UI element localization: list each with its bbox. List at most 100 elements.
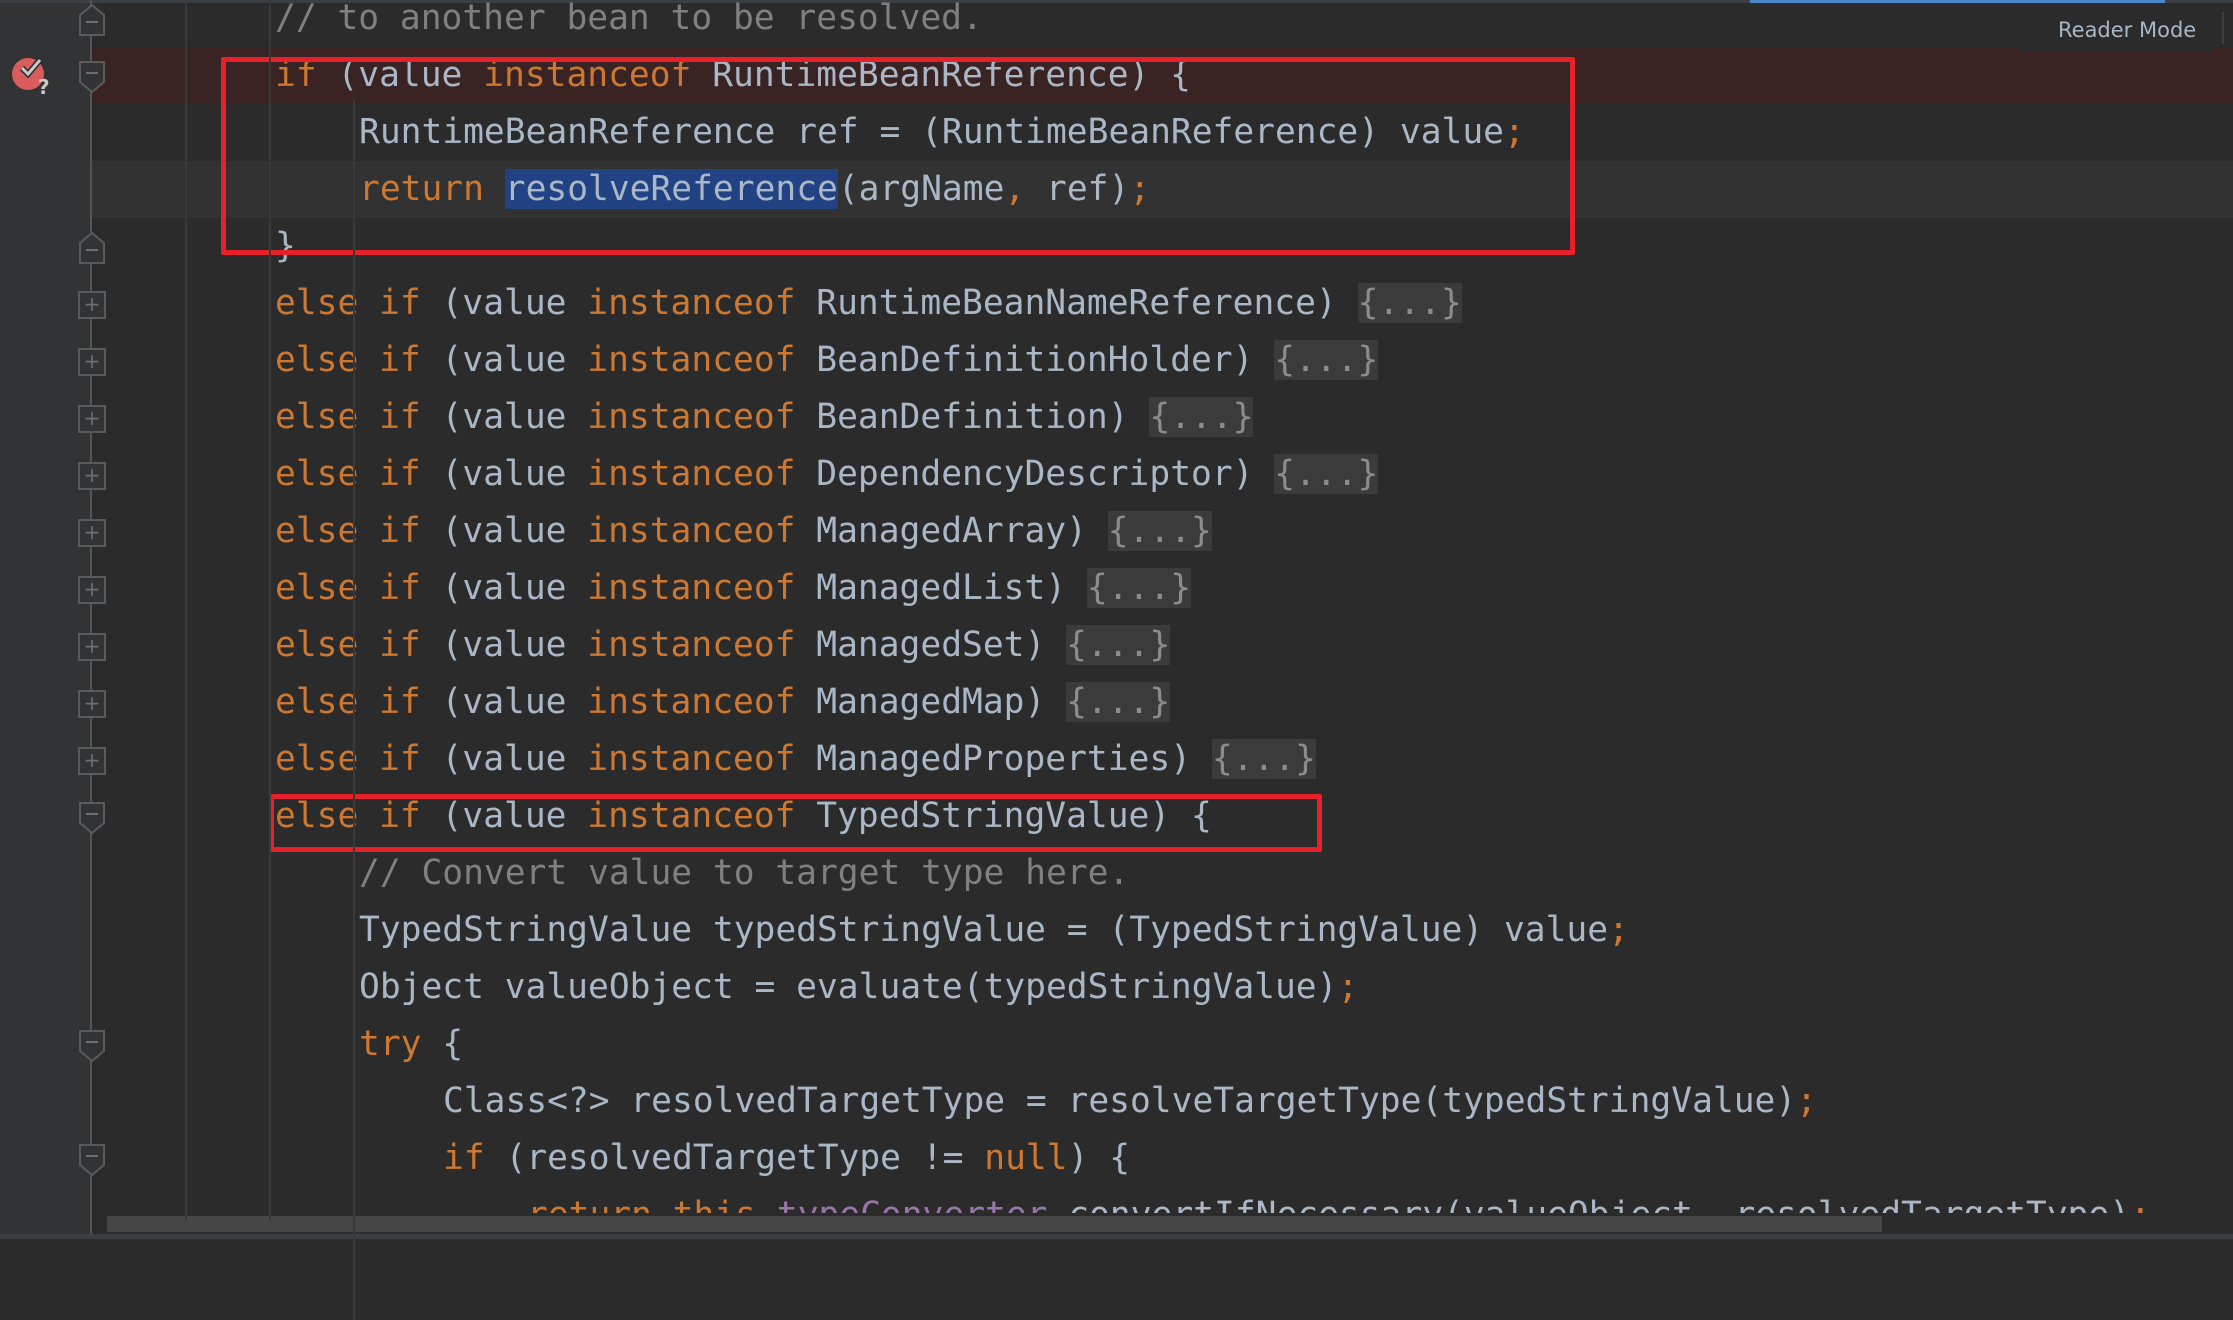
- code-token: instanceof: [587, 340, 796, 380]
- code-token: else if: [275, 739, 421, 779]
- code-token: else if: [275, 568, 421, 608]
- folded-code-placeholder[interactable]: {...}: [1211, 739, 1316, 779]
- editor-bottom-border: [0, 1234, 2233, 1239]
- code-token: ) {: [1067, 1138, 1131, 1178]
- folded-code-placeholder[interactable]: {...}: [1149, 397, 1254, 437]
- folded-code-placeholder[interactable]: {...}: [1274, 340, 1379, 380]
- code-line[interactable]: // Convert value to target type here.: [359, 845, 1129, 902]
- collapse-fold-icon[interactable]: [78, 1029, 106, 1063]
- code-token: instanceof: [587, 283, 796, 323]
- collapse-fold-icon[interactable]: [78, 1143, 106, 1177]
- code-token: instanceof: [587, 625, 796, 665]
- expand-fold-icon[interactable]: +: [78, 689, 106, 718]
- code-token: (value: [420, 340, 588, 380]
- code-line[interactable]: TypedStringValue typedStringValue = (Typ…: [359, 902, 1629, 959]
- code-token: ;: [1796, 1081, 1817, 1121]
- code-line[interactable]: else if (value instanceof ManagedArray) …: [275, 503, 1212, 560]
- folded-code-placeholder[interactable]: {...}: [1107, 511, 1212, 551]
- code-line[interactable]: // to another bean to be resolved.: [275, 0, 983, 47]
- horizontal-scrollbar-thumb[interactable]: [107, 1216, 1882, 1232]
- code-token: RuntimeBeanNameReference): [795, 283, 1358, 323]
- expand-fold-icon[interactable]: +: [78, 518, 106, 547]
- code-token: (value: [420, 568, 588, 608]
- code-token: instanceof: [587, 682, 796, 722]
- code-token: else if: [275, 682, 421, 722]
- code-line[interactable]: if (resolvedTargetType != null) {: [443, 1130, 1130, 1187]
- code-token: // to another bean to be resolved.: [275, 0, 983, 38]
- folded-code-placeholder[interactable]: {...}: [1274, 454, 1379, 494]
- code-token: ManagedSet): [795, 625, 1067, 665]
- code-token: ManagedProperties): [795, 739, 1212, 779]
- code-token: {: [421, 1024, 464, 1064]
- reader-mode-separator: [2222, 12, 2224, 44]
- code-line[interactable]: else if (value instanceof ManagedMap) {.…: [275, 674, 1171, 731]
- code-token: ManagedArray): [795, 511, 1108, 551]
- code-token: Class<?> resolvedTargetType = resolveTar…: [443, 1081, 1797, 1121]
- code-token: ;: [1608, 910, 1629, 950]
- code-token: BeanDefinitionHolder): [795, 340, 1275, 380]
- code-token: (value: [420, 283, 588, 323]
- code-token: else if: [275, 511, 421, 551]
- code-line[interactable]: Class<?> resolvedTargetType = resolveTar…: [443, 1073, 1817, 1130]
- folded-code-placeholder[interactable]: {...}: [1066, 625, 1171, 665]
- code-token: else if: [275, 625, 421, 665]
- code-token: ManagedList): [795, 568, 1087, 608]
- code-line[interactable]: else if (value instanceof ManagedPropert…: [275, 731, 1316, 788]
- code-token: (value: [420, 625, 588, 665]
- code-token: try: [359, 1024, 422, 1064]
- code-line[interactable]: else if (value instanceof BeanDefinition…: [275, 332, 1379, 389]
- indent-guide: [353, 100, 355, 1320]
- code-line[interactable]: else if (value instanceof RuntimeBeanNam…: [275, 275, 1462, 332]
- code-line[interactable]: else if (value instanceof DependencyDesc…: [275, 446, 1379, 503]
- code-token: Object valueObject = evaluate(typedStrin…: [359, 967, 1338, 1007]
- code-line[interactable]: else if (value instanceof ManagedSet) {.…: [275, 617, 1171, 674]
- code-token: (value: [420, 682, 588, 722]
- code-token: instanceof: [587, 397, 796, 437]
- expand-fold-icon[interactable]: +: [78, 404, 106, 433]
- fold-end-icon[interactable]: [78, 3, 106, 37]
- code-token: TypedStringValue typedStringValue = (Typ…: [359, 910, 1609, 950]
- code-line[interactable]: else if (value instanceof ManagedList) {…: [275, 560, 1192, 617]
- indent-guide: [269, 0, 271, 1220]
- code-line[interactable]: else if (value instanceof BeanDefinition…: [275, 389, 1254, 446]
- code-line[interactable]: Object valueObject = evaluate(typedStrin…: [359, 959, 1358, 1016]
- code-token: BeanDefinition): [795, 397, 1150, 437]
- code-token: instanceof: [587, 568, 796, 608]
- folded-code-placeholder[interactable]: {...}: [1357, 283, 1462, 323]
- folded-code-placeholder[interactable]: {...}: [1086, 568, 1192, 608]
- code-token: instanceof: [587, 739, 796, 779]
- folded-code-placeholder[interactable]: {...}: [1066, 682, 1171, 722]
- code-token: (value: [420, 454, 588, 494]
- code-token: else if: [275, 454, 421, 494]
- collapse-fold-icon[interactable]: [78, 801, 106, 835]
- expand-fold-icon[interactable]: +: [78, 575, 106, 604]
- highlight-typed-string-value-line: [269, 794, 1322, 852]
- expand-fold-icon[interactable]: +: [78, 632, 106, 661]
- code-token: instanceof: [587, 511, 796, 551]
- expand-fold-icon[interactable]: +: [78, 746, 106, 775]
- code-line-bg: [92, 1130, 2233, 1187]
- conditional-breakpoint-icon[interactable]: ?: [8, 50, 54, 96]
- indent-guide: [185, 0, 187, 1220]
- code-token: (resolvedTargetType !=: [484, 1138, 985, 1178]
- svg-text:?: ?: [38, 75, 50, 96]
- expand-fold-icon[interactable]: +: [78, 290, 106, 319]
- code-token: if: [443, 1138, 485, 1178]
- code-token: DependencyDescriptor): [795, 454, 1275, 494]
- collapse-fold-icon[interactable]: [78, 60, 106, 94]
- fold-end-icon[interactable]: [78, 231, 106, 265]
- code-token: ManagedMap): [795, 682, 1067, 722]
- code-token: // Convert value to target type here.: [359, 853, 1130, 893]
- code-token: else if: [275, 397, 421, 437]
- code-token: else if: [275, 283, 421, 323]
- code-token: else if: [275, 340, 421, 380]
- expand-fold-icon[interactable]: +: [78, 347, 106, 376]
- highlight-runtime-bean-reference-block: [221, 57, 1575, 255]
- code-token: ;: [1337, 967, 1359, 1007]
- code-token: (value: [420, 397, 588, 437]
- reader-mode-button[interactable]: Reader Mode: [2020, 8, 2213, 52]
- code-token: null: [984, 1138, 1068, 1178]
- code-line[interactable]: try {: [359, 1016, 463, 1073]
- expand-fold-icon[interactable]: +: [78, 461, 106, 490]
- code-token: instanceof: [587, 454, 796, 494]
